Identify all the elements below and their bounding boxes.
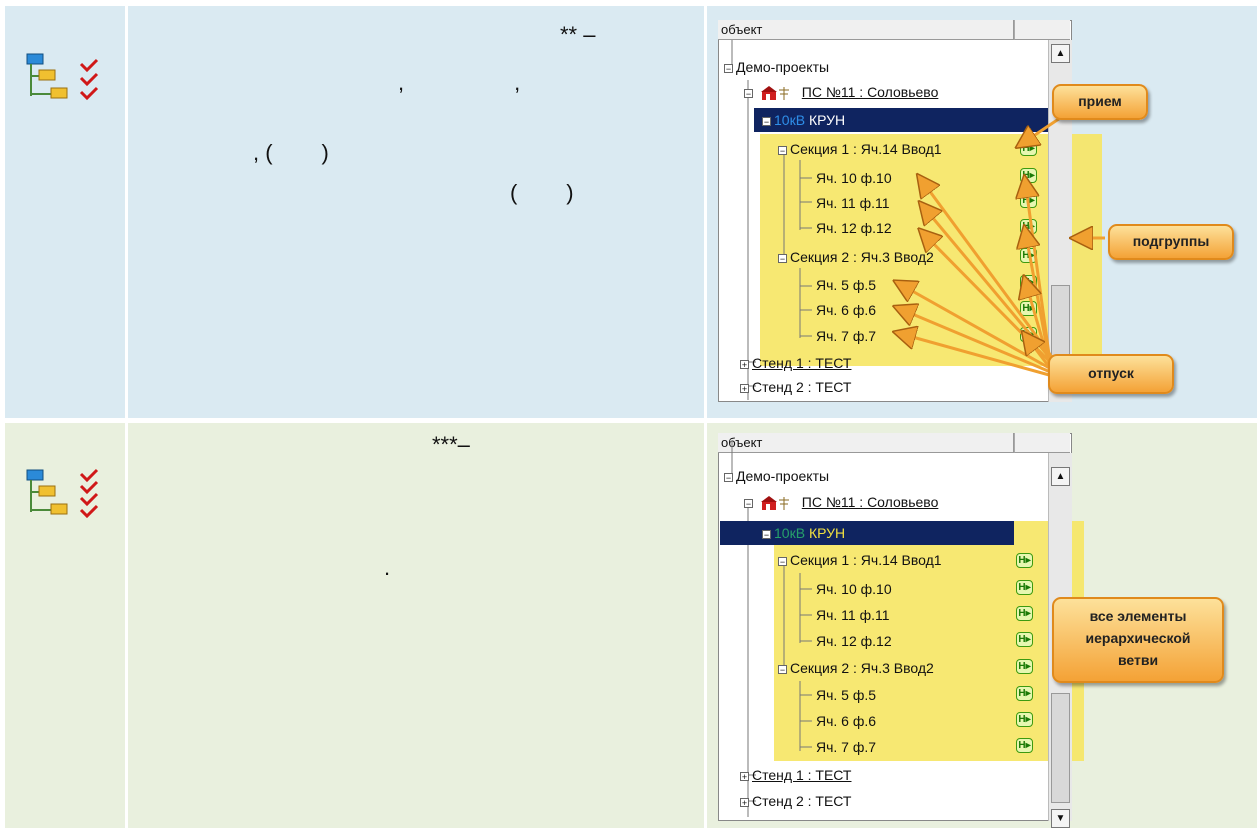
tree-node-label: Демо-проекты (736, 59, 830, 75)
collapse-icon[interactable]: − (744, 498, 753, 508)
expand-icon[interactable]: + (740, 383, 749, 393)
tree-node-label[interactable]: ПС №11 : Соловьево (802, 84, 939, 100)
substation-icon (760, 86, 789, 101)
meter-io-icon: H▸ (1016, 738, 1033, 753)
tree-node-cell[interactable]: Яч. 5 ф.5 (816, 276, 876, 294)
tree-checkmarks-icon (26, 53, 99, 101)
meter-io-icon: H▸ (1016, 606, 1033, 621)
row1-text-line-2: , , (398, 70, 521, 95)
tree-node-label: Стенд 1 : ТЕСТ (752, 767, 852, 783)
tree-node-cell[interactable]: Яч. 6 ф.6 (816, 301, 876, 319)
expand-icon[interactable]: + (740, 771, 749, 781)
tree-node-label[interactable]: ПС №11 : Соловьево (802, 494, 939, 510)
tree-node-substation[interactable]: − ПС №11 : Соловьево (744, 83, 938, 101)
tree-node-label: Демо-проекты (736, 468, 830, 484)
tree-node-demo-projects[interactable]: − Демо-проекты (724, 58, 829, 76)
tree-node-stand-2[interactable]: + Стенд 2 : ТЕСТ (740, 792, 851, 810)
tree-node-stand-2[interactable]: + Стенд 2 : ТЕСТ (740, 378, 851, 396)
collapse-icon[interactable]: − (724, 472, 733, 482)
tree-node-label: Стенд 2 : ТЕСТ (752, 793, 852, 809)
tree-node-label: КРУН (808, 112, 846, 128)
tree-node-cell[interactable]: Яч. 10 ф.10 (816, 580, 892, 598)
callout-branch: все элементы иерархической ветви (1052, 597, 1224, 683)
meter-io-icon: H▸ (1020, 168, 1037, 183)
tree-node-label: Стенд 2 : ТЕСТ (752, 379, 852, 395)
collapse-icon[interactable]: − (762, 529, 771, 539)
tree-node-cell[interactable]: Яч. 12 ф.12 (816, 632, 892, 650)
tree-node-cell[interactable]: Яч. 5 ф.5 (816, 686, 876, 704)
scroll-up-arrow-icon[interactable]: ▲ (1051, 467, 1070, 486)
callout-line: все элементы (1089, 608, 1187, 624)
callout-priem: прием (1052, 84, 1148, 120)
meter-io-icon: H▸ (1016, 580, 1033, 595)
scroll-up-arrow-icon[interactable]: ▲ (1051, 44, 1070, 63)
tree-node-label: Секция 1 : Яч.14 Ввод1 (790, 141, 942, 157)
callout-line: иерархической (1085, 630, 1191, 646)
tree-node-section-2[interactable]: − Секция 2 : Яч.3 Ввод2 (778, 248, 934, 266)
tree-lines (731, 441, 812, 817)
row2-text-line-1: ***– (432, 432, 470, 457)
row2-text-line-2: . (384, 555, 391, 580)
tree-node-cell[interactable]: Яч. 10 ф.10 (816, 169, 892, 187)
meter-io-icon: H▸ (1016, 553, 1033, 568)
tree-node-stand-1[interactable]: + Стенд 1 : ТЕСТ (740, 766, 851, 784)
meter-io-icon: H▸ (1020, 219, 1037, 234)
meter-io-icon: H▸ (1020, 301, 1037, 316)
meter-io-icon: H▸ (1020, 248, 1037, 263)
tree-node-section-1[interactable]: − Секция 1 : Яч.14 Ввод1 (778, 140, 942, 158)
row2-text-cell (128, 423, 704, 828)
object-tree-2: объект ▲ ▼ − Демо-проекты − ПС №11: Сол… (718, 433, 1084, 828)
collapse-icon[interactable]: − (744, 88, 753, 98)
row1-text-line-1: ** – (560, 22, 596, 47)
scroll-down-arrow-icon[interactable]: ▼ (1051, 809, 1070, 828)
meter-io-icon: H▸ (1016, 712, 1033, 727)
tree-node-substation[interactable]: − ПС №11 : Соловьево (744, 493, 938, 511)
tree-node-cell[interactable]: Яч. 12 ф.12 (816, 219, 892, 237)
tree-node-section-2[interactable]: − Секция 2 : Яч.3 Ввод2 (778, 659, 934, 677)
row1-text-line-4: ( ) (510, 180, 574, 205)
tree-node-section-1[interactable]: − Секция 1 : Яч.14 Ввод1 (778, 551, 942, 569)
collapse-icon[interactable]: − (778, 664, 787, 674)
meter-io-icon: H▸ (1016, 632, 1033, 647)
meter-io-icon: H▸ (1020, 327, 1037, 342)
meter-io-icon: H▸ (1020, 275, 1037, 290)
tree-node-label: Секция 2 : Яч.3 Ввод2 (790, 249, 934, 265)
expand-icon[interactable]: + (740, 359, 749, 369)
tree-node-label: Стенд 1 : ТЕСТ (752, 355, 852, 371)
collapse-icon[interactable]: − (778, 145, 787, 155)
tree-node-kryn[interactable]: −10кВ КРУН (762, 111, 845, 129)
expand-icon[interactable]: + (740, 797, 749, 807)
row1-text-line-3: , ( ) (253, 140, 329, 165)
callout-otpusk: отпуск (1048, 354, 1174, 394)
collapse-icon[interactable]: − (778, 556, 787, 566)
page: ** – , , , ( ) ( ) ***– . объект ▲ − Дем… (0, 0, 1257, 828)
meter-io-icon: H▸ (1020, 141, 1037, 156)
collapse-icon[interactable]: − (762, 116, 771, 126)
tree-node-label: КРУН (808, 525, 846, 541)
tree-node-kryn[interactable]: −10кВ КРУН (762, 524, 845, 542)
tree-node-cell[interactable]: Яч. 7 ф.7 (816, 327, 876, 345)
tree-node-label: Секция 2 : Яч.3 Ввод2 (790, 660, 934, 676)
callout-podgruppy: подгруппы (1108, 224, 1234, 260)
meter-io-icon: H▸ (1016, 659, 1033, 674)
voltage-label: 10кВ (774, 112, 806, 128)
tree-checkmarks-icon (26, 468, 99, 518)
tree-node-cell[interactable]: Яч. 11 ф.11 (816, 194, 890, 212)
tree-node-label: Секция 1 : Яч.14 Ввод1 (790, 552, 942, 568)
callout-line: ветви (1117, 652, 1159, 668)
row1-text-cell (128, 6, 704, 418)
object-tree-1: объект ▲ − Демо-проекты − ПС №11: Солов… (718, 20, 1102, 402)
meter-io-icon: H▸ (1016, 686, 1033, 701)
collapse-icon[interactable]: − (724, 63, 733, 73)
tree-node-cell[interactable]: Яч. 6 ф.6 (816, 712, 876, 730)
tree-node-stand-1[interactable]: + Стенд 1 : ТЕСТ (740, 354, 851, 372)
tree-node-demo-projects[interactable]: − Демо-проекты (724, 467, 829, 485)
tree-node-cell[interactable]: Яч. 7 ф.7 (816, 738, 876, 756)
substation-icon (760, 496, 789, 511)
meter-io-icon: H▸ (1020, 193, 1037, 208)
voltage-label: 10кВ (774, 525, 806, 541)
tree-node-cell[interactable]: Яч. 11 ф.11 (816, 606, 890, 624)
scroll-thumb[interactable] (1051, 693, 1070, 803)
collapse-icon[interactable]: − (778, 253, 787, 263)
